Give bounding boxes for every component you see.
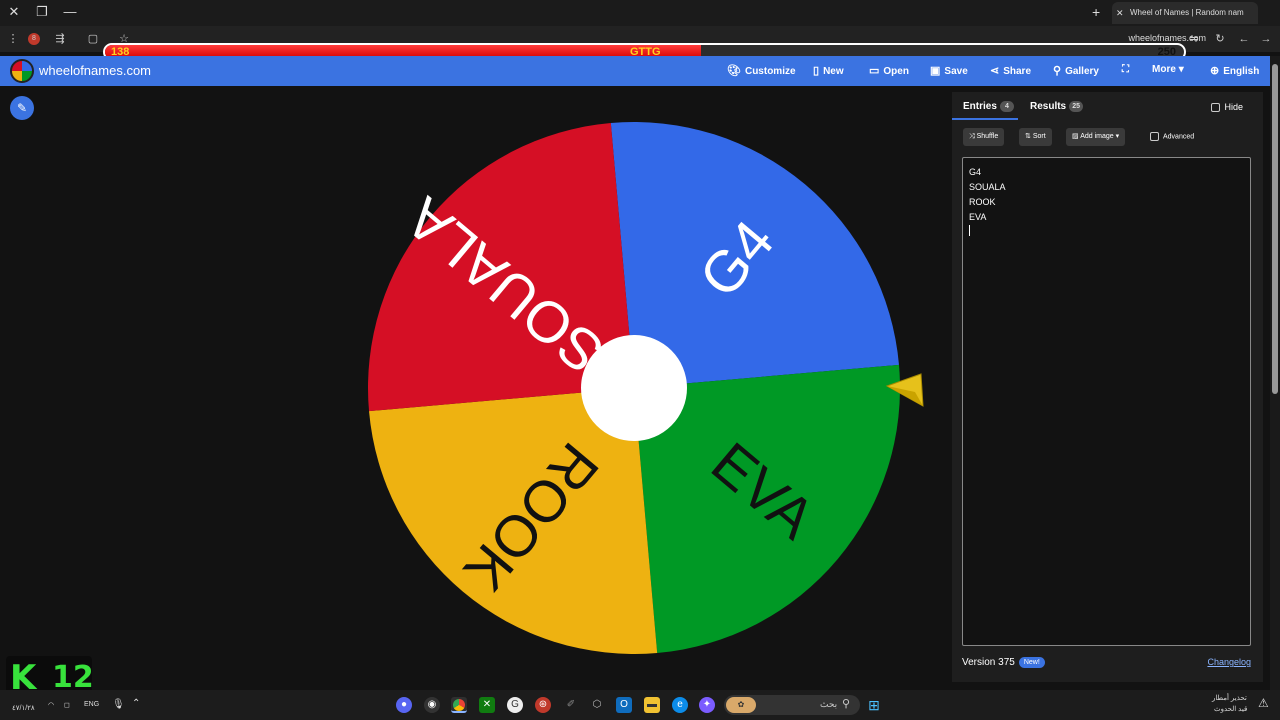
tab-entries[interactable]: Entries 4 xyxy=(963,101,1014,112)
wifi-icon[interactable]: ◠ xyxy=(48,701,54,709)
outlook-icon[interactable]: O xyxy=(616,697,632,713)
wheel-svg[interactable]: G4EVAROOKSOUALA xyxy=(367,121,901,655)
obs-icon[interactable]: ◉ xyxy=(424,697,440,713)
image-icon: ▨ xyxy=(1072,133,1079,140)
volume-icon[interactable]: ◻ xyxy=(64,701,70,709)
wheel-logo-icon[interactable] xyxy=(10,59,34,83)
entries-count-badge: 4 xyxy=(999,101,1014,112)
xbox-icon[interactable]: ✕ xyxy=(479,697,495,713)
page-scrollbar[interactable] xyxy=(1270,56,1280,690)
wheel[interactable]: G4 EVA ROOK SOUALA xyxy=(367,121,901,655)
checkbox-icon[interactable] xyxy=(1150,132,1159,141)
save-icon: ▣ xyxy=(930,65,941,77)
sort-button[interactable]: ⇅ Sort xyxy=(1019,128,1052,146)
add-image-button[interactable]: ▨ Add image ▾ xyxy=(1066,128,1126,146)
entries-panel: Entries 4 Results 25 Hide ⤨ Shuffle ⇅ Sort… xyxy=(952,92,1263,682)
reload-icon[interactable]: ↻ xyxy=(1212,31,1228,47)
entry-line: ROOK xyxy=(969,197,996,207)
profile-icon[interactable]: 8 xyxy=(28,33,40,45)
hide-checkbox[interactable]: Hide xyxy=(1211,102,1243,113)
changelog-link[interactable]: Changelog xyxy=(1207,657,1251,667)
search-highlight-icon: ✿ xyxy=(726,697,756,713)
site-name[interactable]: wheelofnames.com xyxy=(39,63,151,78)
cube-icon[interactable]: ⬡ xyxy=(589,697,605,713)
save-button[interactable]: ▣ Save xyxy=(930,64,968,77)
pen-icon[interactable]: ✐ xyxy=(563,697,579,713)
folder-icon: ▭ xyxy=(869,65,880,77)
new-button[interactable]: ▯ New xyxy=(813,64,844,77)
language-indicator[interactable]: ENG xyxy=(84,701,99,708)
new-tab-icon[interactable]: + xyxy=(1092,4,1100,20)
globe-icon: ⊕ xyxy=(1210,65,1220,77)
new-badge: New! xyxy=(1018,657,1045,668)
entries-textarea[interactable]: G4 SOUALA ROOK EVA xyxy=(962,157,1251,646)
checkbox-icon[interactable] xyxy=(1211,103,1221,113)
close-window-icon[interactable]: ✕ xyxy=(6,4,22,20)
entry-line: EVA xyxy=(969,212,987,222)
chevron-up-icon[interactable]: ⌃ xyxy=(132,698,140,709)
chevron-down-icon: ▾ xyxy=(1115,133,1120,140)
open-button[interactable]: ▭ Open xyxy=(869,64,909,77)
weather-alert-line1[interactable]: تحذير أمطار xyxy=(1212,694,1247,702)
file-icon: ▯ xyxy=(813,65,820,77)
gallery-button[interactable]: ⚲ Gallery xyxy=(1053,64,1099,77)
wheel-center-hub[interactable] xyxy=(581,335,687,441)
chrome-icon[interactable] xyxy=(451,697,467,713)
tab-search-icon[interactable]: ▢ xyxy=(85,31,101,47)
taskbar-search-box[interactable]: ✿ بحث ⚲ xyxy=(724,695,860,715)
extensions-icon[interactable]: ⇶ xyxy=(52,31,68,47)
search-icon: ⚲ xyxy=(1053,65,1062,77)
opera-icon[interactable]: ⊛ xyxy=(535,697,551,713)
close-tab-icon[interactable]: ✕ xyxy=(1116,2,1124,24)
windows-taskbar: ٤٧/١/٢٨ ◠ ◻ ENG 🎙︎ ⌃ ● ◉ ✕ G ⊛ ✐ ⬡ O ▬ e… xyxy=(0,690,1280,720)
entry-line: SOUALA xyxy=(969,182,1006,192)
microphone-icon[interactable]: 🎙︎ xyxy=(112,699,125,710)
discord-icon[interactable]: ● xyxy=(396,697,412,713)
results-count-badge: 25 xyxy=(1069,101,1084,112)
wheel-pointer-icon xyxy=(885,373,924,407)
taskbar-date: ٤٧/١/٢٨ xyxy=(12,705,35,712)
fullscreen-icon[interactable]: ⛶ xyxy=(1122,64,1129,75)
edit-pencil-icon[interactable]: ✎ xyxy=(10,96,34,120)
tab-results[interactable]: Results 25 xyxy=(1030,101,1084,112)
chevron-down-icon: ▾ xyxy=(1178,64,1184,75)
active-tab-indicator xyxy=(952,118,1018,120)
share-icon: ⋖ xyxy=(990,65,1000,77)
file-explorer-icon[interactable]: ▬ xyxy=(644,697,660,713)
shuffle-icon: ⤨ xyxy=(969,133,975,140)
google-icon[interactable]: G xyxy=(507,697,523,713)
back-icon[interactable]: ← xyxy=(1236,31,1252,47)
customize-button[interactable]: 🎨︎ Customize xyxy=(727,64,796,77)
sort-icon: ⇅ xyxy=(1025,133,1031,140)
search-placeholder: بحث xyxy=(820,699,838,709)
app-header: wheelofnames.com 🎨︎ Customize ▯ New ▭ Open … xyxy=(0,56,1270,86)
edge-icon[interactable]: e xyxy=(672,697,688,713)
version-label: Version 375 New! xyxy=(962,657,1045,668)
text-caret xyxy=(969,225,970,236)
restore-window-icon[interactable]: ❐ xyxy=(34,4,50,20)
more-button[interactable]: More ▾ xyxy=(1152,64,1184,75)
site-settings-icon[interactable]: ⇋ xyxy=(1186,31,1202,47)
copilot-icon[interactable]: ✦ xyxy=(699,697,715,713)
language-button[interactable]: ⊕ English xyxy=(1210,64,1259,77)
forward-icon[interactable]: → xyxy=(1258,31,1274,47)
search-icon: ⚲ xyxy=(842,698,851,710)
tab-title: Wheel of Names | Random nam xyxy=(1130,8,1244,17)
minimize-window-icon[interactable]: — xyxy=(62,4,78,20)
advanced-checkbox[interactable]: Advanced xyxy=(1150,132,1194,141)
menu-dots-icon[interactable]: ⋮ xyxy=(5,31,21,47)
weather-icon[interactable]: ⚠ xyxy=(1258,696,1269,710)
browser-title-bar: ✕ ❐ — + ✕ Wheel of Names | Random nam xyxy=(0,0,1280,26)
shuffle-button[interactable]: ⤨ Shuffle xyxy=(963,128,1005,146)
scrollbar-thumb[interactable] xyxy=(1272,64,1278,394)
entry-line: G4 xyxy=(969,167,982,177)
weather-alert-line2[interactable]: قيد الحدوث xyxy=(1214,705,1247,713)
windows-start-icon[interactable]: ⊞ xyxy=(866,697,882,713)
share-button[interactable]: ⋖ Share xyxy=(990,64,1031,77)
browser-tab[interactable]: ✕ Wheel of Names | Random nam xyxy=(1112,2,1258,24)
palette-icon: 🎨︎ xyxy=(727,65,741,77)
